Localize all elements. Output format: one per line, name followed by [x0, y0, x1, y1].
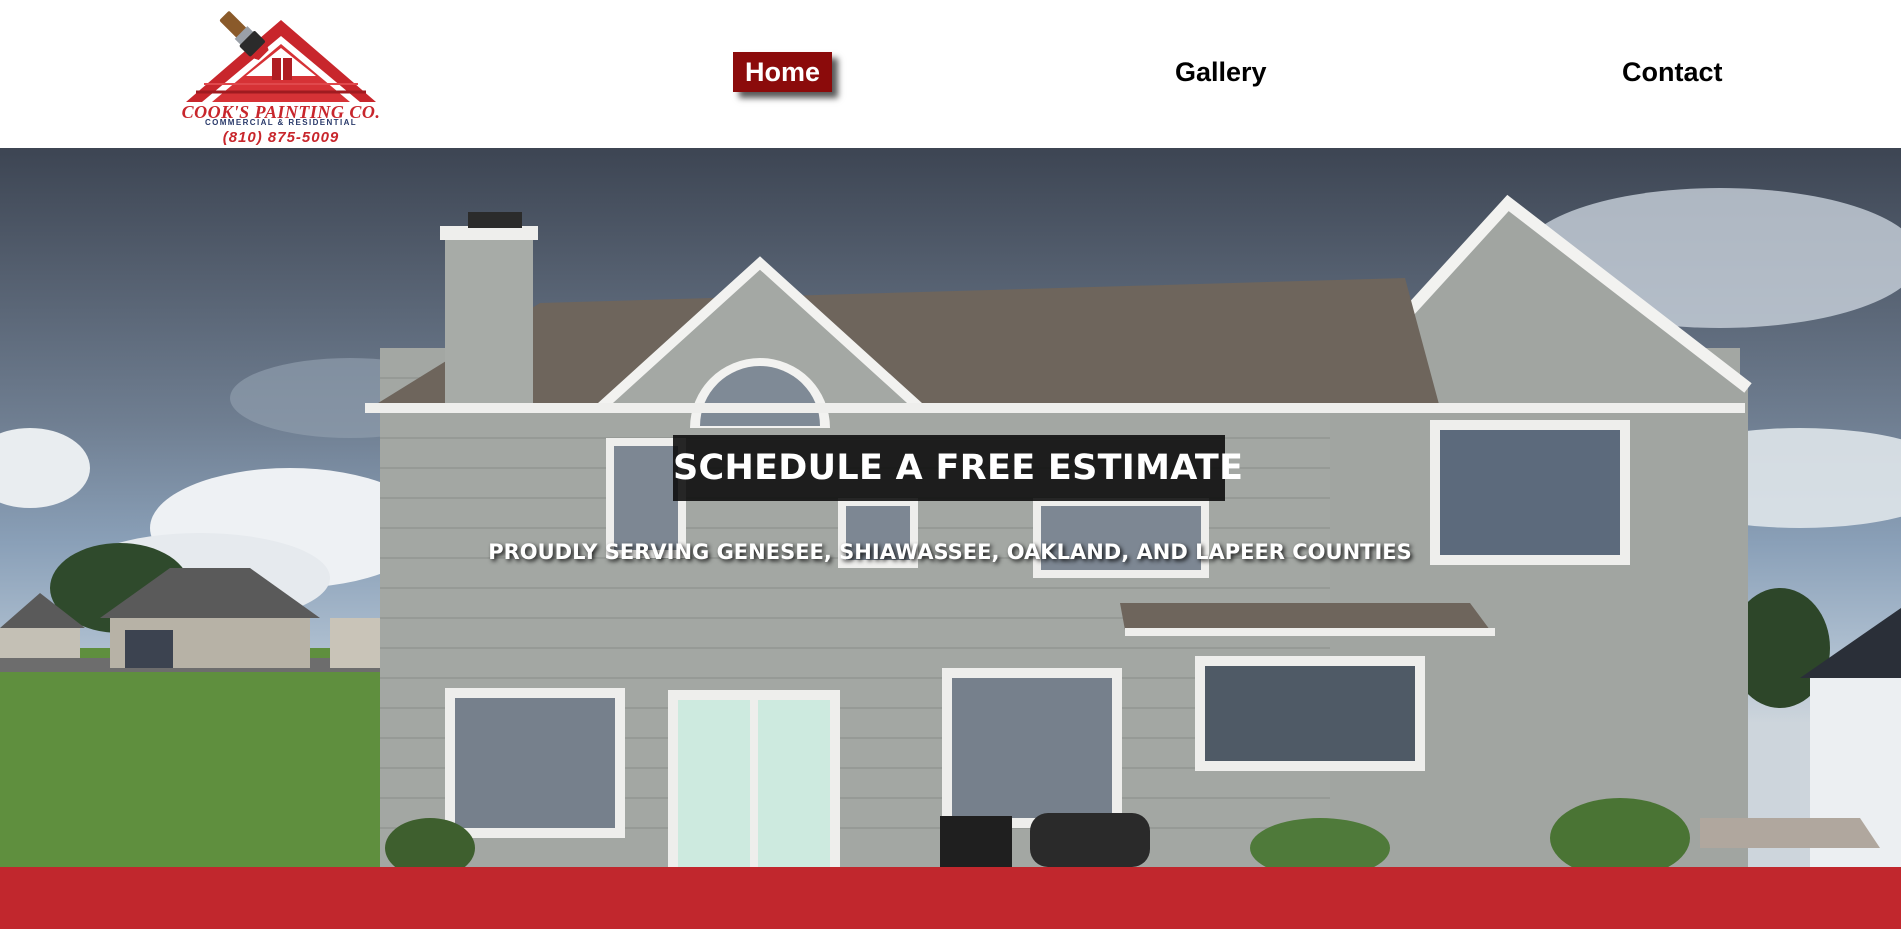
- nav-link-home[interactable]: Home: [733, 52, 832, 92]
- hero-banner: SCHEDULE A FREE ESTIMATE PROUDLY SERVING…: [0, 148, 1901, 867]
- nav-link-gallery[interactable]: Gallery: [1175, 52, 1267, 92]
- house-roof-logo-icon: [186, 11, 376, 102]
- hero-subtitle: PROUDLY SERVING GENESEE, SHIAWASSEE, OAK…: [488, 540, 1412, 564]
- logo-tagline: COMMERCIAL & RESIDENTIAL: [204, 118, 358, 127]
- company-logo[interactable]: COOK'S PAINTING CO. COMMERCIAL & RESIDEN…: [176, 6, 386, 146]
- site-header: COOK'S PAINTING CO. COMMERCIAL & RESIDEN…: [0, 0, 1901, 148]
- hero-house-photo: [0, 188, 1901, 867]
- nav-link-contact[interactable]: Contact: [1622, 52, 1723, 92]
- hero-title: SCHEDULE A FREE ESTIMATE: [673, 435, 1243, 501]
- logo-phone-number: (810) 875-5009: [222, 129, 340, 146]
- footer-band: [0, 867, 1901, 929]
